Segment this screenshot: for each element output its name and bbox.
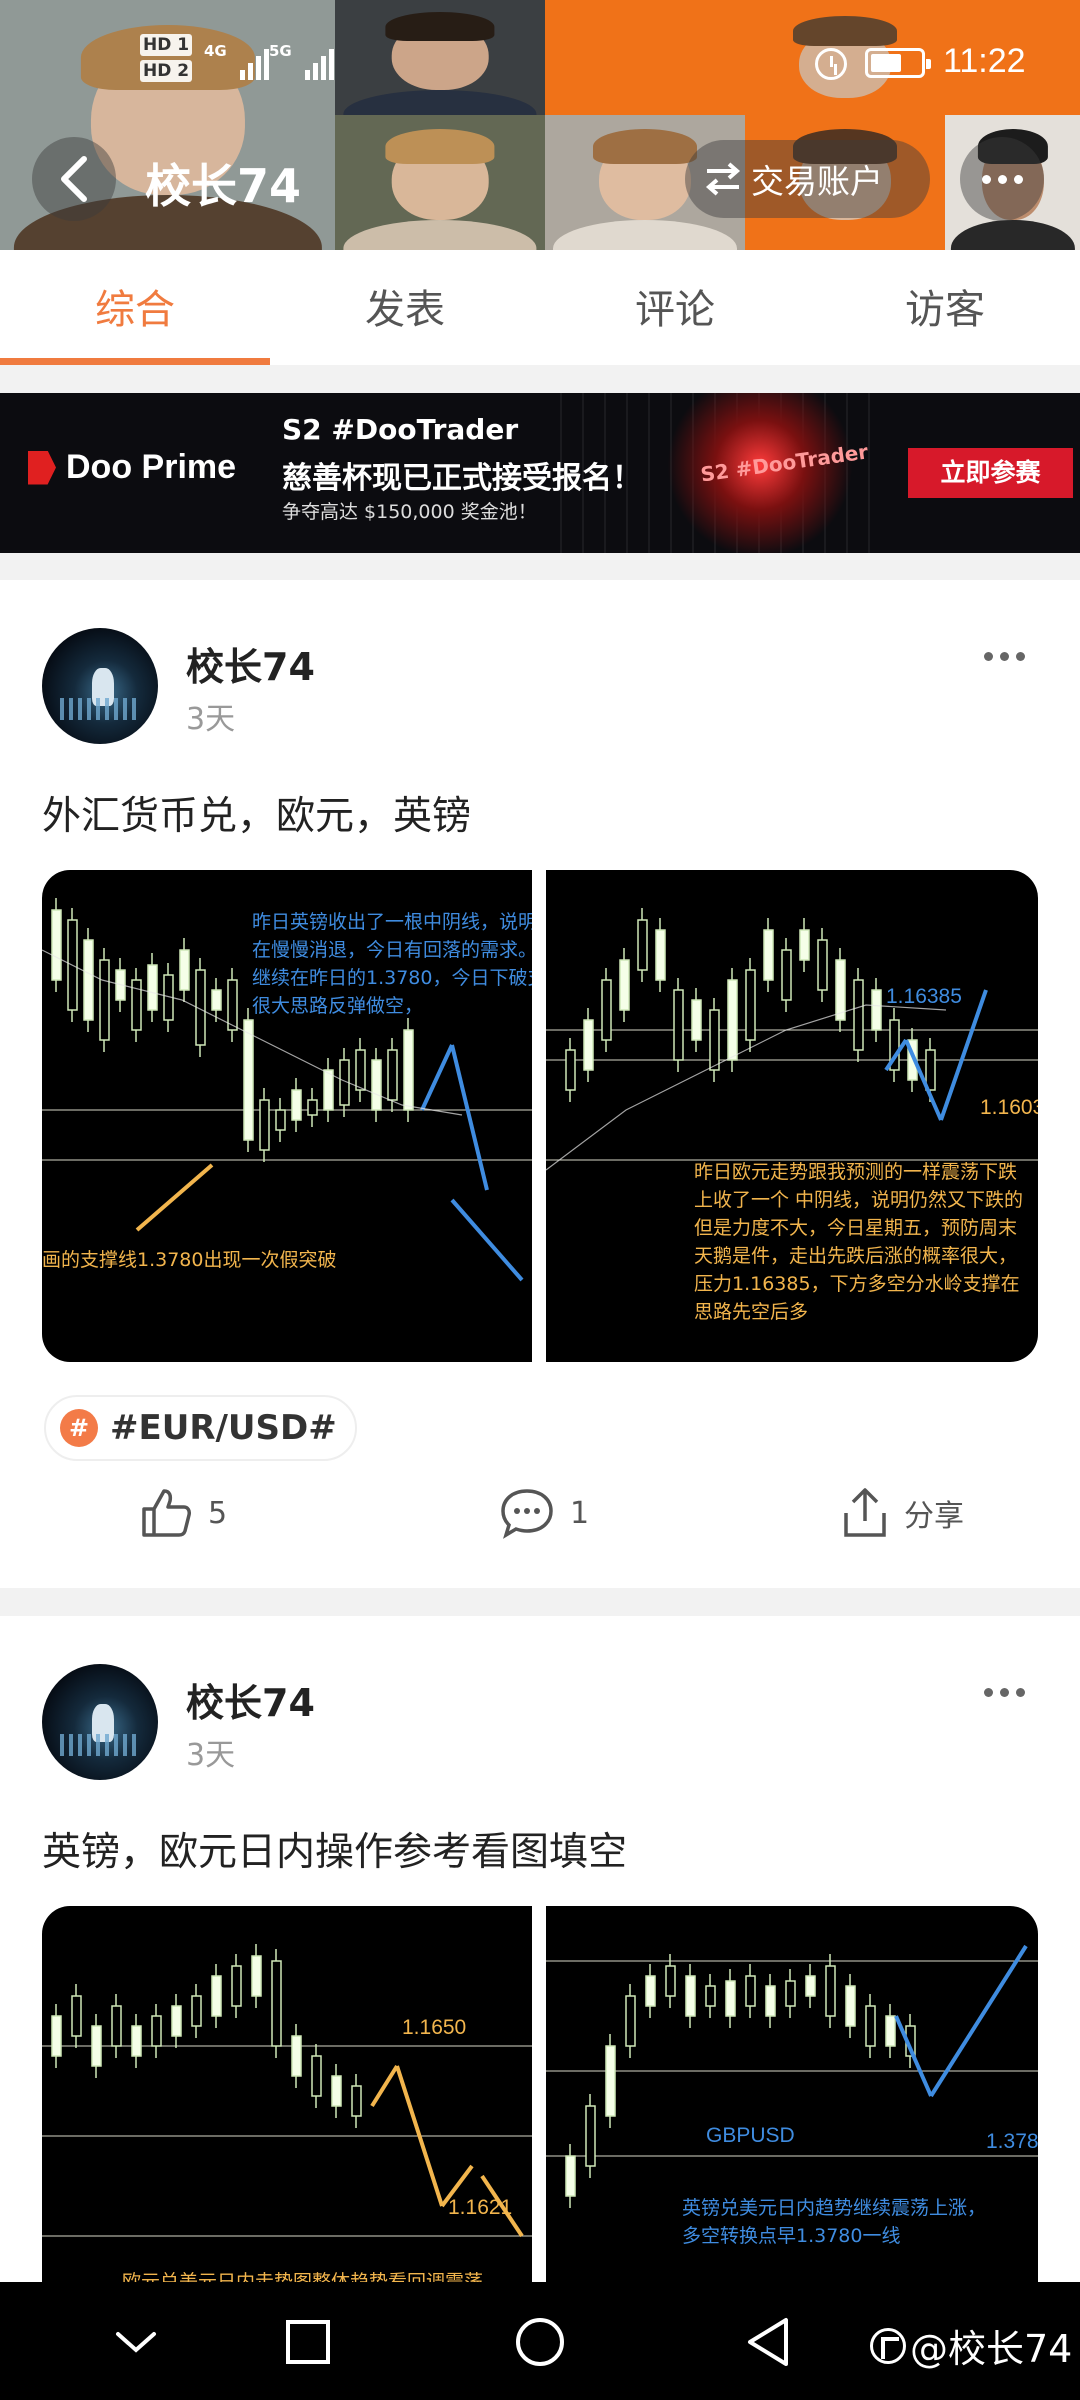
comment-count: 1 [570, 1495, 590, 1531]
signal-icon: 4G [204, 40, 269, 80]
share-icon [844, 1488, 886, 1537]
network-type-label: 4G [204, 42, 227, 60]
post-more-icon[interactable] [984, 652, 1025, 661]
hashtag-icon: # [60, 1409, 98, 1447]
avatar[interactable] [42, 628, 158, 744]
comment-button[interactable]: 1 [498, 1485, 589, 1541]
tab-posts[interactable]: 发表 [270, 250, 540, 365]
banner-subtitle: 争夺高达 $150,000 奖金池！ [282, 501, 537, 523]
tab-visitors[interactable]: 访客 [810, 250, 1080, 365]
alarm-icon [815, 48, 847, 80]
collapse-icon[interactable] [112, 2312, 160, 2372]
post-text: 英镑，欧元日内操作参考看图填空 [42, 1830, 628, 1875]
chart-annotation: 昨日欧元走势跟我预测的一样震荡下跌 上收了一个 中阴线，说明仍然又下跌的 但是力… [694, 1161, 1024, 1323]
comment-icon [501, 1489, 553, 1539]
back-nav-icon[interactable] [744, 2312, 792, 2372]
status-bar: HD 1 HD 2 4G 5G 11:22 [0, 0, 1080, 130]
brand-name: Doo Prime [66, 448, 237, 486]
brand-logo: Doo Prime [28, 448, 236, 487]
status-time: 11:22 [943, 42, 1026, 80]
trade-account-button[interactable]: 交易账户 [685, 140, 930, 218]
post-image[interactable]: 1.16385 1.1603 昨日欧元走势跟我预测的一样震荡下跌 上收了一个 中… [546, 870, 1038, 1362]
symbol-label: GBPUSD [706, 2124, 795, 2147]
profile-header: HD 1 HD 2 4G 5G 11:22 校长74 交易账户 [0, 0, 1080, 250]
like-count: 5 [208, 1495, 228, 1531]
network-type-label: 5G [269, 42, 292, 60]
thumbs-up-icon [142, 1489, 191, 1537]
home-icon[interactable] [514, 2312, 566, 2372]
price-label: 1.378 [986, 2130, 1038, 2153]
price-label: 1.16385 [886, 985, 962, 1008]
watermark: @校长74 [870, 2318, 1072, 2373]
tab-overview[interactable]: 综合 [0, 250, 270, 365]
avatar[interactable] [42, 1664, 158, 1780]
share-button[interactable]: 分享 [840, 1485, 964, 1541]
chart-annotation: 昨日英镑收出了一根中阴线，说明 在慢慢消退，今日有回落的需求。 继续在昨日的1.… [252, 911, 532, 1017]
post-actions: 5 1 分享 [0, 1485, 1080, 1565]
post-author[interactable]: 校长74 [186, 636, 315, 691]
banner-headline: S2 #DooTrader [282, 413, 519, 446]
topic-tag[interactable]: # #EUR/USD# [44, 1395, 357, 1461]
post-image[interactable]: 1.1650 1.1621 欧元兑美元日内走势图整体趋势看回调震荡 [42, 1906, 532, 2306]
banner-title: 慈善杯现已正式接受报名！ [282, 461, 642, 496]
chart-annotation: 英镑兑美元日内趋势继续震荡上涨， 多空转换点早1.3780一线 [682, 2197, 987, 2247]
like-button[interactable]: 5 [138, 1485, 227, 1541]
promo-banner[interactable]: Doo Prime S2 #DooTrader 慈善杯现已正式接受报名！ 争夺高… [0, 393, 1080, 553]
post-time: 3天 [186, 702, 236, 737]
battery-icon [865, 48, 931, 78]
join-button[interactable]: 立即参赛 [908, 448, 1073, 498]
back-arrow-icon [61, 156, 87, 202]
post-card: 校长74 3天 英镑，欧元日内操作参考看图填空 1.1650 1.1621 欧元… [0, 1616, 1080, 2316]
chart-annotation: 画的支撑线1.3780出现一次假突破 [42, 1249, 337, 1271]
recent-apps-icon[interactable] [284, 2312, 332, 2372]
post-author[interactable]: 校长74 [186, 1672, 315, 1727]
screen: HD 1 HD 2 4G 5G 11:22 校长74 交易账户 综合 发表 评论… [0, 0, 1080, 2400]
hd1-label: HD 1 [140, 34, 193, 56]
back-button[interactable] [32, 137, 116, 221]
tab-comments[interactable]: 评论 [540, 250, 810, 365]
topic-tag-label: #EUR/USD# [110, 1408, 337, 1448]
post-more-icon[interactable] [984, 1688, 1025, 1697]
post-image[interactable]: 昨日英镑收出了一根中阴线，说明 在慢慢消退，今日有回落的需求。 继续在昨日的1.… [42, 870, 532, 1362]
signal-icon: 5G [269, 40, 334, 80]
hd-indicator: HD 1 HD 2 [140, 34, 193, 86]
post-text: 外汇货币兑，欧元，英镑 [42, 794, 472, 839]
share-label: 分享 [904, 1499, 964, 1534]
price-label: 1.1621 [448, 2196, 513, 2219]
swap-icon [705, 162, 741, 196]
price-label: 1.1603 [980, 1096, 1038, 1119]
post-time: 3天 [186, 1738, 236, 1773]
page-title: 校长74 [145, 159, 302, 213]
app-logo-icon [870, 2327, 906, 2364]
tab-bar: 综合 发表 评论 访客 [0, 250, 1080, 365]
trade-account-label: 交易账户 [751, 162, 883, 201]
watermark-text: @校长74 [910, 2327, 1073, 2371]
hd2-label: HD 2 [140, 60, 193, 82]
price-label: 1.1650 [402, 2016, 467, 2039]
post-image[interactable]: GBPUSD 1.378 英镑兑美元日内趋势继续震荡上涨， 多空转换点早1.37… [546, 1906, 1038, 2306]
post-card: 校长74 3天 外汇货币兑，欧元，英镑 昨日英镑收出了一根中阴线，说明 在慢慢消… [0, 580, 1080, 1588]
more-icon[interactable] [960, 137, 1044, 221]
